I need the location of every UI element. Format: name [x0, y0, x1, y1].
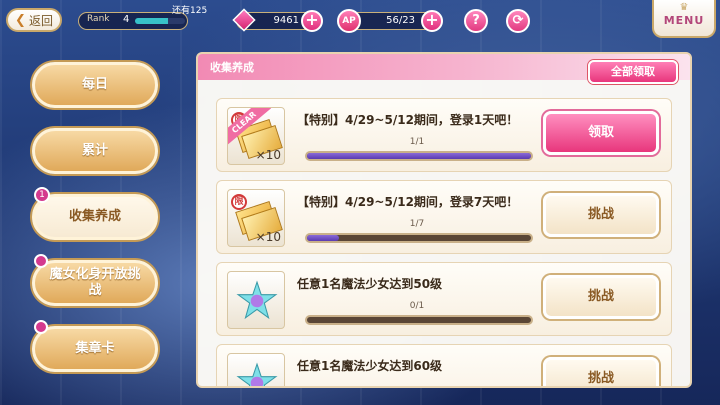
sidebar-item-label: 每日 [81, 77, 108, 92]
back-arrow-icon: ❮ [15, 12, 26, 28]
task-title: 任意1名魔法少女达到60级 [297, 359, 443, 373]
sidebar-item-stamp-card[interactable]: 集章卡 [32, 326, 158, 372]
help-button[interactable]: ? [464, 9, 488, 33]
task-progress-text: 1/1 [409, 137, 425, 147]
rank-progress-fill [135, 18, 168, 24]
top-bar: ❮ 返回 Rank 4 还有125 9461 + AP 56/23 + ? ⟳ … [0, 0, 720, 40]
task-progress-text: 0/1 [409, 301, 425, 311]
task-progress-text: 1/7 [409, 219, 425, 229]
task-progress-bar [305, 233, 533, 243]
sidebar-item-daily[interactable]: 每日 [32, 62, 158, 108]
challenge-button[interactable]: 挑战 [543, 193, 659, 237]
challenge-button[interactable]: 挑战 [543, 275, 659, 319]
task-progress-fill [307, 235, 340, 241]
rank-remain-text: 还有125 [172, 6, 208, 16]
notification-dot [34, 320, 48, 334]
claim-button[interactable]: 领取 [543, 111, 659, 155]
task-title: 任意1名魔法少女达到50级 [297, 277, 443, 291]
sidebar-item-cumulative[interactable]: 累计 [32, 128, 158, 174]
task-title: 【特别】4/29~5/12期间，登录7天吧！ [297, 195, 519, 209]
task-row: 限 CLEAR ×10 【特别】4/29~5/12期间，登录1天吧！ 1/1 领… [216, 98, 672, 172]
gem-icon [232, 8, 256, 32]
notification-badge: 1 [34, 187, 50, 203]
task-title: 【特别】4/29~5/12期间，登录1天吧！ [297, 113, 519, 127]
reward-thumbnail [227, 271, 285, 329]
notification-dot [34, 254, 48, 268]
rank-label: Rank [87, 14, 110, 24]
sidebar-item-label: 累计 [81, 143, 108, 158]
panel-title: 收集养成 [210, 61, 254, 74]
rank-value: 4 [123, 14, 130, 25]
add-gems-button[interactable]: + [301, 10, 323, 32]
gem-value: 9461 [273, 15, 299, 26]
mission-panel: 收集养成 全部领取 限 CLEAR ×10 【特别】4/29~5/12期间，登录… [196, 52, 692, 388]
back-label: 返回 [28, 13, 53, 28]
add-ap-button[interactable]: + [421, 10, 443, 32]
ap-counter: AP 56/23 + [337, 9, 443, 33]
reward-thumbnail: 限 CLEAR ×10 [227, 107, 285, 165]
ap-value: 56/23 [386, 15, 415, 26]
refresh-icon: ⟳ [512, 13, 524, 28]
sidebar-item-collection[interactable]: 收集养成 [32, 194, 158, 240]
task-progress-fill [307, 153, 531, 159]
sidebar-item-witch-challenge[interactable]: 魔女化身开放挑战 [32, 260, 158, 306]
sidebar-item-label: 集章卡 [75, 341, 115, 356]
rank-progress-bar [135, 18, 185, 24]
task-progress-bar [305, 151, 533, 161]
task-row: 限 ×10 【特别】4/29~5/12期间，登录7天吧！ 1/7 挑战 [216, 180, 672, 254]
challenge-button[interactable]: 挑战 [543, 357, 659, 386]
help-icon: ? [472, 13, 480, 28]
task-row: 任意1名魔法少女达到60级 挑战 [216, 344, 672, 386]
ap-icon: AP [337, 9, 361, 33]
reward-quantity: ×10 [255, 230, 281, 244]
gem-counter: 9461 + [232, 8, 323, 32]
reward-thumbnail [227, 353, 285, 386]
task-progress-bar [305, 315, 533, 325]
claim-all-button[interactable]: 全部领取 [588, 60, 678, 84]
menu-button[interactable]: ♛ MENU [652, 0, 716, 38]
reward-quantity: ×10 [255, 148, 281, 162]
sidebar-item-label: 魔女化身开放挑战 [49, 267, 141, 298]
limited-icon: 限 [231, 194, 247, 210]
crown-icon: ♛ [679, 2, 689, 13]
refresh-button[interactable]: ⟳ [506, 9, 530, 33]
crystal-star-icon [236, 362, 278, 386]
crystal-star-icon [236, 280, 278, 320]
menu-label: MENU [663, 14, 705, 27]
back-button[interactable]: ❮ 返回 [6, 8, 62, 32]
sidebar-item-label: 收集养成 [68, 209, 121, 224]
task-row: 任意1名魔法少女达到50级 0/1 挑战 [216, 262, 672, 336]
reward-thumbnail: 限 ×10 [227, 189, 285, 247]
